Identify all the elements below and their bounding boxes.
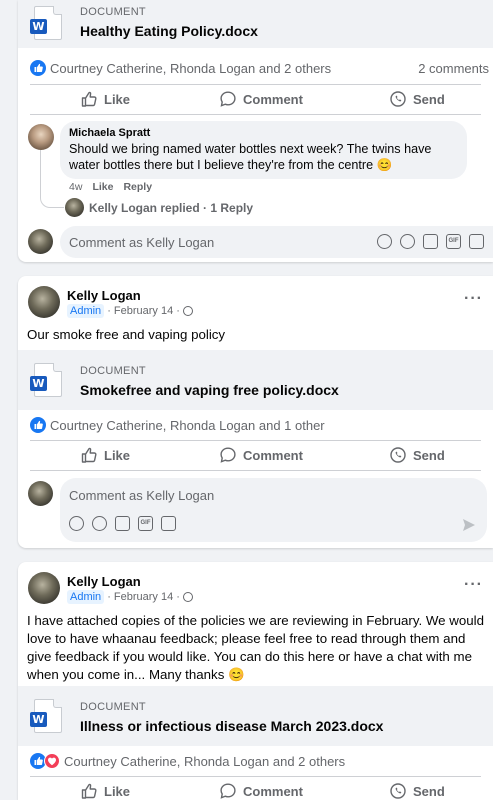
avatar-sticker-icon[interactable]	[69, 516, 84, 531]
post-actions: Like Comment Send	[18, 440, 493, 470]
document-label: DOCUMENT	[80, 701, 146, 713]
send-icon	[390, 783, 406, 799]
post-card-illness-policy: Kelly Logan Admin · February 14 · ··· I …	[18, 562, 493, 800]
admin-badge: Admin	[67, 304, 105, 318]
post-meta: Admin · February 14 ·	[67, 590, 193, 604]
thumbs-up-icon	[81, 91, 97, 107]
camera-icon[interactable]	[115, 516, 130, 531]
comment-input[interactable]: Comment as Kelly Logan GIF	[60, 226, 493, 258]
send-button[interactable]: Send	[389, 776, 445, 800]
reaction-names[interactable]: Courtney Catherine, Rhonda Logan and 1 o…	[50, 418, 325, 433]
post-meta: Admin · February 14 ·	[67, 304, 193, 318]
sticker-icon[interactable]	[469, 234, 484, 249]
more-dots-icon[interactable]: ···	[464, 576, 483, 594]
reaction-names[interactable]: Courtney Catherine, Rhonda Logan and 2 o…	[50, 61, 331, 76]
send-arrow-icon[interactable]	[461, 517, 477, 533]
author-avatar[interactable]	[28, 572, 60, 604]
comment-like-link[interactable]: Like	[92, 181, 113, 193]
like-button[interactable]: Like	[80, 776, 130, 800]
comment-button[interactable]: Comment	[219, 84, 303, 114]
document-attachment[interactable]: W DOCUMENT Illness or infectious disease…	[18, 686, 493, 746]
post-card-smokefree: Kelly Logan Admin · February 14 · ··· Ou…	[18, 276, 493, 548]
post-date[interactable]: · February 14 ·	[107, 591, 180, 603]
like-reaction-icon	[30, 60, 46, 76]
comment-tools: GIF	[69, 516, 176, 531]
reaction-summary[interactable]: Courtney Catherine, Rhonda Logan and 1 o…	[18, 414, 493, 436]
comment-button[interactable]: Comment	[219, 776, 303, 800]
document-name[interactable]: Illness or infectious disease March 2023…	[80, 718, 383, 734]
comment-tools: GIF	[377, 234, 484, 249]
like-reaction-icon	[30, 417, 46, 433]
avatar-sticker-icon[interactable]	[377, 234, 392, 249]
more-dots-icon[interactable]: ···	[464, 290, 483, 308]
comment-reply-link[interactable]: Reply	[123, 181, 152, 193]
send-button[interactable]: Send	[389, 84, 445, 114]
camera-icon[interactable]	[423, 234, 438, 249]
like-button[interactable]: Like	[80, 440, 130, 470]
post-text: I have attached copies of the policies w…	[27, 613, 485, 682]
avatar[interactable]	[28, 481, 53, 506]
admin-badge: Admin	[67, 590, 105, 604]
document-attachment[interactable]: W DOCUMENT Smokefree and vaping free pol…	[18, 350, 493, 410]
gif-icon[interactable]: GIF	[446, 234, 461, 249]
send-icon	[390, 91, 406, 107]
sticker-icon[interactable]	[161, 516, 176, 531]
word-doc-icon: W	[30, 699, 62, 733]
send-icon	[390, 447, 406, 463]
comment-meta: 4w Like Reply	[69, 181, 152, 193]
post-actions: Like Comment Send	[18, 776, 493, 800]
reaction-names[interactable]: Courtney Catherine, Rhonda Logan and 2 o…	[64, 754, 345, 769]
avatar[interactable]	[65, 198, 84, 217]
emoji-icon[interactable]	[92, 516, 107, 531]
like-button[interactable]: Like	[80, 84, 130, 114]
avatar[interactable]	[28, 229, 53, 254]
document-label: DOCUMENT	[80, 365, 146, 377]
comment-age[interactable]: 4w	[69, 181, 82, 193]
document-name[interactable]: Smokefree and vaping free policy.docx	[80, 382, 339, 398]
comment-bubble: Michaela Spratt Should we bring named wa…	[60, 121, 467, 179]
divider	[30, 470, 481, 471]
document-name[interactable]: Healthy Eating Policy.docx	[80, 23, 258, 39]
comment-text: Should we bring named water bottles next…	[69, 142, 432, 172]
globe-icon	[182, 592, 193, 602]
comment-input[interactable]: Comment as Kelly Logan GIF	[60, 478, 487, 542]
post-author[interactable]: Kelly Logan	[67, 288, 141, 303]
globe-icon	[182, 306, 193, 316]
avatar[interactable]	[28, 124, 54, 150]
document-attachment[interactable]: W DOCUMENT Healthy Eating Policy.docx	[18, 0, 493, 48]
love-reaction-icon	[44, 753, 60, 769]
comment-bubble-icon	[220, 783, 236, 799]
comment-bubble-icon	[220, 91, 236, 107]
send-button[interactable]: Send	[389, 440, 445, 470]
reaction-summary[interactable]: Courtney Catherine, Rhonda Logan and 2 o…	[18, 750, 493, 772]
post-author[interactable]: Kelly Logan	[67, 574, 141, 589]
divider	[30, 114, 481, 115]
thumbs-up-icon	[81, 447, 97, 463]
post-card-healthy-eating: W DOCUMENT Healthy Eating Policy.docx Co…	[18, 0, 493, 262]
comment-bubble-icon	[220, 447, 236, 463]
author-avatar[interactable]	[28, 286, 60, 318]
word-doc-icon: W	[30, 6, 62, 40]
comments-count[interactable]: 2 comments	[418, 61, 489, 76]
gif-icon[interactable]: GIF	[138, 516, 153, 531]
post-actions: Like Comment Send	[18, 84, 493, 114]
post-date[interactable]: · February 14 ·	[107, 305, 180, 317]
comment-author[interactable]: Michaela Spratt	[69, 127, 150, 139]
thumbs-up-icon	[81, 783, 97, 799]
reaction-summary[interactable]: Courtney Catherine, Rhonda Logan and 2 o…	[18, 57, 493, 79]
word-doc-icon: W	[30, 363, 62, 397]
reply-thread-line	[40, 150, 64, 208]
document-label: DOCUMENT	[80, 6, 146, 18]
replies-link[interactable]: Kelly Logan replied · 1 Reply	[89, 201, 253, 215]
post-text: Our smoke free and vaping policy	[27, 327, 226, 342]
comment-button[interactable]: Comment	[219, 440, 303, 470]
emoji-icon[interactable]	[400, 234, 415, 249]
